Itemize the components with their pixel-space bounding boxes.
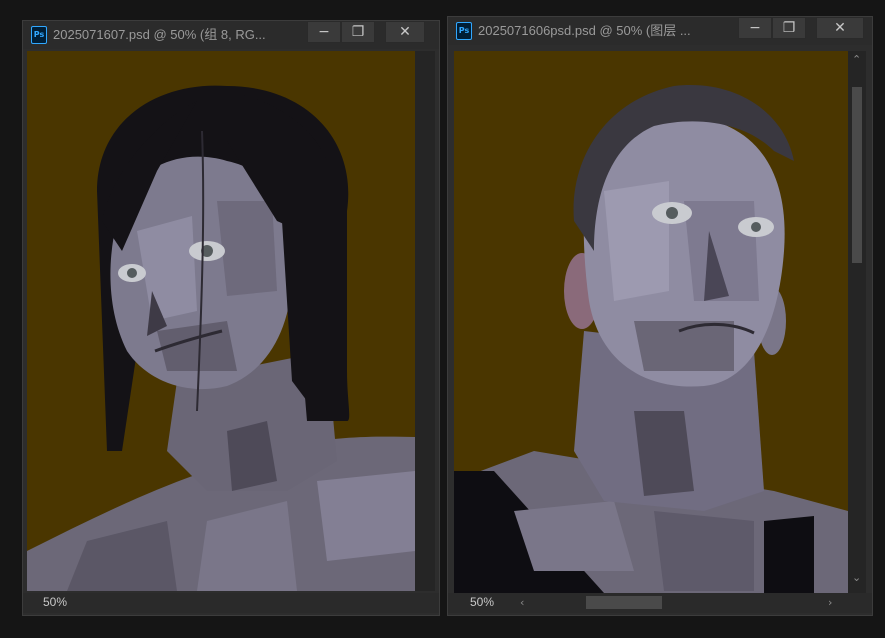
scroll-left-arrow[interactable]: ‹ (520, 596, 524, 609)
minimize-button[interactable]: − (307, 21, 341, 43)
document-window-1[interactable]: Ps 2025071607.psd @ 50% (组 8, RG... − ❐ … (22, 20, 440, 616)
restore-button[interactable]: ❐ (341, 21, 375, 43)
vertical-scroll-thumb[interactable] (852, 87, 862, 263)
vertical-scrollbar[interactable]: ⌃ ⌄ (848, 51, 866, 593)
minimize-button[interactable]: − (738, 17, 772, 39)
scroll-down-arrow[interactable]: ⌄ (852, 571, 861, 584)
document-window-2[interactable]: Ps 2025071606psd.psd @ 50% (图层 ... − ❐ ✕ (447, 16, 873, 616)
status-bar: 50% (23, 593, 439, 613)
photoshop-icon: Ps (456, 22, 472, 40)
document-title[interactable]: 2025071606psd.psd @ 50% (图层 ... (478, 17, 748, 45)
portrait-artwork (27, 51, 415, 591)
close-button[interactable]: ✕ (385, 21, 425, 43)
zoom-level[interactable]: 50% (470, 595, 494, 609)
zoom-level[interactable]: 50% (43, 595, 67, 609)
document-canvas[interactable] (454, 51, 848, 593)
horizontal-scrollbar[interactable]: ‹ › (514, 593, 840, 613)
window-title-bar[interactable]: Ps 2025071607.psd @ 50% (组 8, RG... − ❐ … (23, 21, 439, 49)
scroll-right-arrow[interactable]: › (828, 596, 832, 609)
scroll-up-arrow[interactable]: ⌃ (852, 53, 861, 66)
photoshop-icon: Ps (31, 26, 47, 44)
horizontal-scroll-thumb[interactable] (586, 596, 662, 609)
restore-button[interactable]: ❐ (772, 17, 806, 39)
status-bar: 50% ‹ › (448, 593, 872, 613)
document-canvas[interactable] (27, 51, 415, 591)
window-title-bar[interactable]: Ps 2025071606psd.psd @ 50% (图层 ... − ❐ ✕ (448, 17, 872, 45)
document-title[interactable]: 2025071607.psd @ 50% (组 8, RG... (53, 21, 323, 49)
vertical-scrollbar[interactable] (415, 51, 435, 591)
portrait-artwork (454, 51, 848, 593)
close-button[interactable]: ✕ (816, 17, 864, 39)
